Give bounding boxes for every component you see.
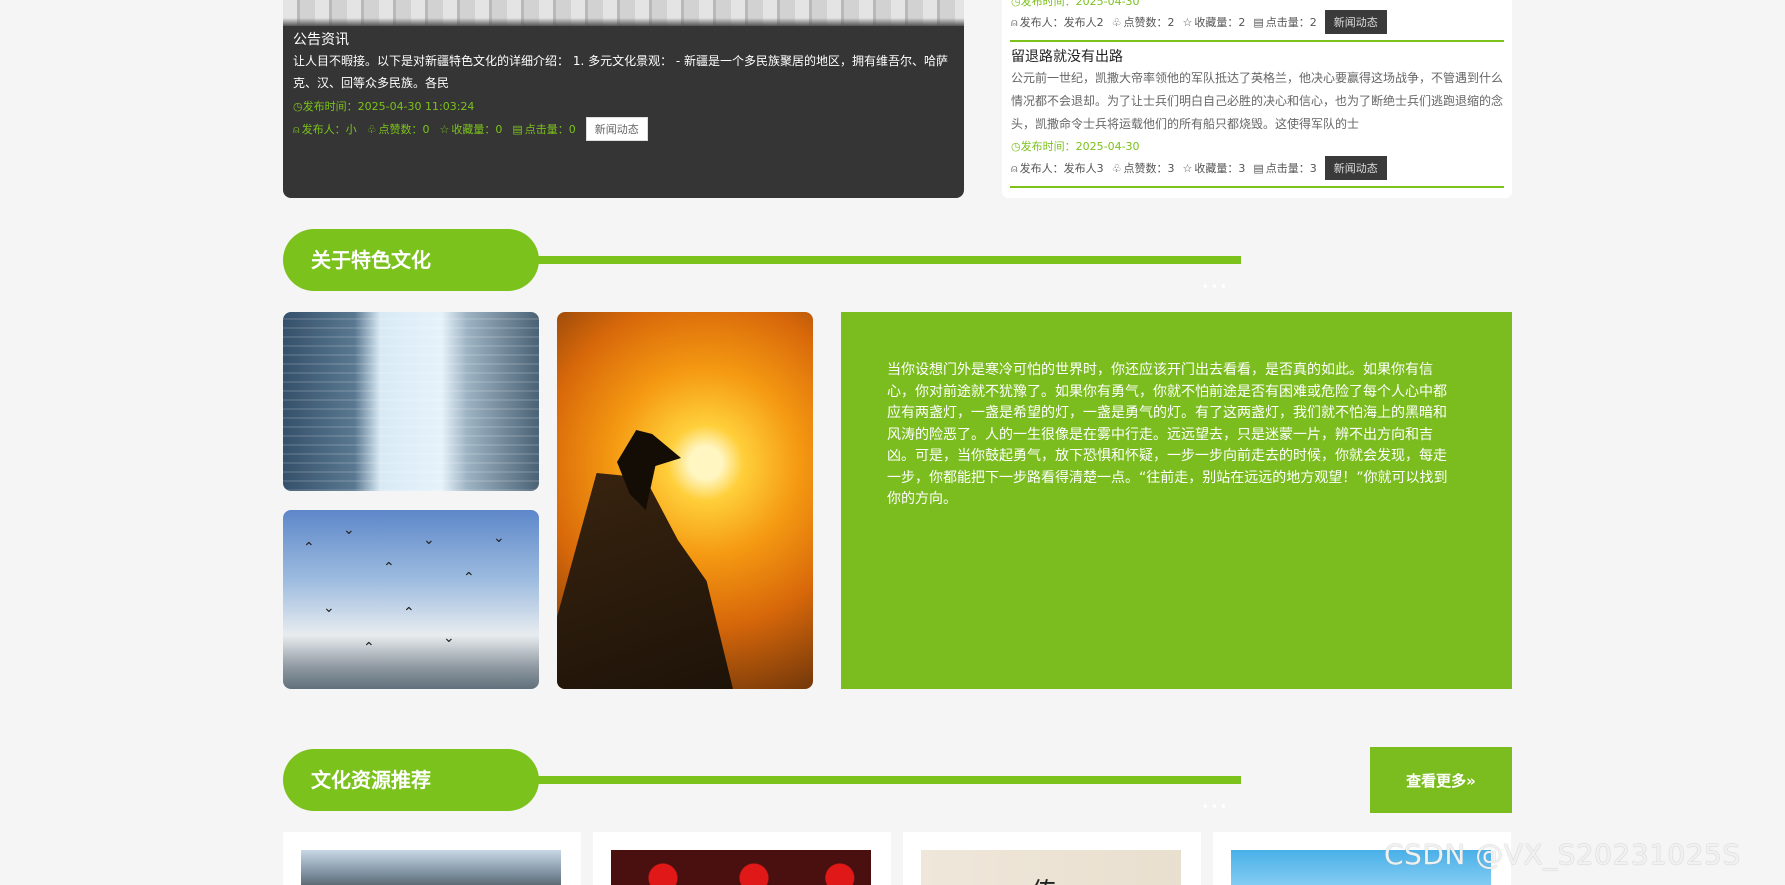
bird-icon: ⌄ <box>493 530 505 546</box>
thumbs-up-icon: ♧ <box>366 123 377 136</box>
clock-icon: ◷ <box>293 100 303 113</box>
resource-card[interactable] <box>283 832 581 885</box>
favorites: ☆ 收藏量：0 <box>439 123 503 136</box>
header-bar: ••• <box>483 256 1241 293</box>
resource-thumbnail-glyph: 传 <box>1031 872 1057 885</box>
climber-sunset-image <box>557 312 813 689</box>
news-list-panel: ◷发布时间：2025-04-30 ⍝ 发布人：发布人2 ♧ 点赞数：2 ☆ 收藏量：2… <box>1002 0 1512 198</box>
user-icon: ⍝ <box>293 123 300 136</box>
favorites: ☆ 收藏量：2 <box>1182 16 1246 29</box>
news-item-summary: 公元前一世纪，凯撒大帝率领他的军队抵达了英格兰，他决心要赢得这场战争，不管遇到什… <box>1011 71 1504 131</box>
bird-icon: ⌄ <box>323 600 335 616</box>
resource-thumbnail[interactable] <box>611 850 871 885</box>
document-icon: ▤ <box>1253 162 1264 175</box>
likes: ♧ 点赞数：2 <box>1111 16 1175 29</box>
clicks: ▤ 点击量：0 <box>512 123 576 136</box>
dots-icon: ••• <box>1201 280 1229 294</box>
about-text: 当你设想门外是寒冷可怕的世界时，你还应该开门出去看看，是否真的如此。如果你有信心… <box>887 362 1448 507</box>
document-icon: ▤ <box>1253 16 1264 29</box>
star-icon: ☆ <box>1182 162 1193 175</box>
bird-icon: ⌄ <box>443 630 455 646</box>
news-category-tag[interactable]: 新闻动态 <box>585 117 648 141</box>
featured-news-summary: 让人目不暇接。以下是对新疆特色文化的详细介绍： 1. 多元文化景观： - 新疆是… <box>293 54 949 90</box>
news-item-time: ◷发布时间：2025-04-30 <box>1011 140 1140 153</box>
clicks: ▤ 点击量：3 <box>1253 162 1317 175</box>
clock-icon: ◷ <box>1011 0 1021 8</box>
user-icon: ⍝ <box>1011 162 1018 175</box>
resources-section-header: ••• 文化资源推荐 <box>283 749 1241 813</box>
news-item-meta: ⍝ 发布人：发布人2 ♧ 点赞数：2 ☆ 收藏量：2 ▤ 点击量：2 新闻动态 <box>1011 10 1387 34</box>
bird-icon: ⌄ <box>423 532 435 548</box>
watermark: CSDN @VX_S20231025S <box>1384 838 1741 871</box>
document-icon: ▤ <box>512 123 523 136</box>
resource-card[interactable] <box>593 832 891 885</box>
featured-news-card[interactable]: 公告资讯 让人目不暇接。以下是对新疆特色文化的详细介绍： 1. 多元文化景观： … <box>283 0 964 198</box>
news-photo <box>283 0 964 26</box>
featured-news-meta: ⍝ 发布人：小 ♧ 点赞数：0 ☆ 收藏量：0 ▤ 点击量：0 新闻动态 <box>293 117 648 141</box>
divider <box>1010 40 1504 42</box>
resource-card[interactable]: 传 <box>903 832 1201 885</box>
publisher: ⍝ 发布人：小 <box>293 123 357 136</box>
star-icon: ☆ <box>439 123 450 136</box>
bird-icon: ⌃ <box>403 605 415 621</box>
publisher: ⍝ 发布人：发布人2 <box>1011 16 1104 29</box>
about-section-header: ••• 关于特色文化 <box>283 229 1241 293</box>
thumbs-up-icon: ♧ <box>1111 162 1122 175</box>
likes: ♧ 点赞数：3 <box>1111 162 1175 175</box>
bird-icon: ⌃ <box>303 540 315 556</box>
resource-thumbnail[interactable]: 传 <box>921 850 1181 885</box>
thumbs-up-icon: ♧ <box>1111 16 1122 29</box>
news-item-time: ◷发布时间：2025-04-30 <box>1011 0 1140 9</box>
view-more-button[interactable]: 查看更多» <box>1370 747 1512 813</box>
bird-icon: ⌃ <box>383 560 395 576</box>
favorites: ☆ 收藏量：3 <box>1182 162 1246 175</box>
news-item-title[interactable]: 留退路就没有出路 <box>1011 46 1123 66</box>
resource-thumbnail[interactable] <box>301 850 561 885</box>
clicks: ▤ 点击量：2 <box>1253 16 1317 29</box>
bird-icon: ⌃ <box>463 570 475 586</box>
header-bar: ••• <box>483 776 1241 813</box>
news-item-meta: ⍝ 发布人：发布人3 ♧ 点赞数：3 ☆ 收藏量：3 ▤ 点击量：3 新闻动态 <box>1011 156 1387 180</box>
star-icon: ☆ <box>1182 16 1193 29</box>
divider <box>1010 186 1504 188</box>
buildings-image <box>283 312 539 491</box>
seagulls-image: ⌃ ⌄ ⌃ ⌄ ⌃ ⌄ ⌄ ⌃ ⌄ ⌃ <box>283 510 539 689</box>
about-section-title: 关于特色文化 <box>283 229 539 291</box>
publisher: ⍝ 发布人：发布人3 <box>1011 162 1104 175</box>
featured-news-title[interactable]: 公告资讯 <box>293 29 349 49</box>
user-icon: ⍝ <box>1011 16 1018 29</box>
featured-news-time: ◷发布时间：2025-04-30 11:03:24 <box>293 100 475 113</box>
dots-icon: ••• <box>1201 800 1229 814</box>
news-category-tag[interactable]: 新闻动态 <box>1324 156 1387 180</box>
bird-icon: ⌄ <box>343 522 355 538</box>
resources-section-title: 文化资源推荐 <box>283 749 539 811</box>
bird-icon: ⌃ <box>363 640 375 656</box>
about-text-box: 当你设想门外是寒冷可怕的世界时，你还应该开门出去看看，是否真的如此。如果你有信心… <box>841 312 1512 689</box>
likes: ♧ 点赞数：0 <box>366 123 430 136</box>
clock-icon: ◷ <box>1011 140 1021 153</box>
news-category-tag[interactable]: 新闻动态 <box>1324 10 1387 34</box>
